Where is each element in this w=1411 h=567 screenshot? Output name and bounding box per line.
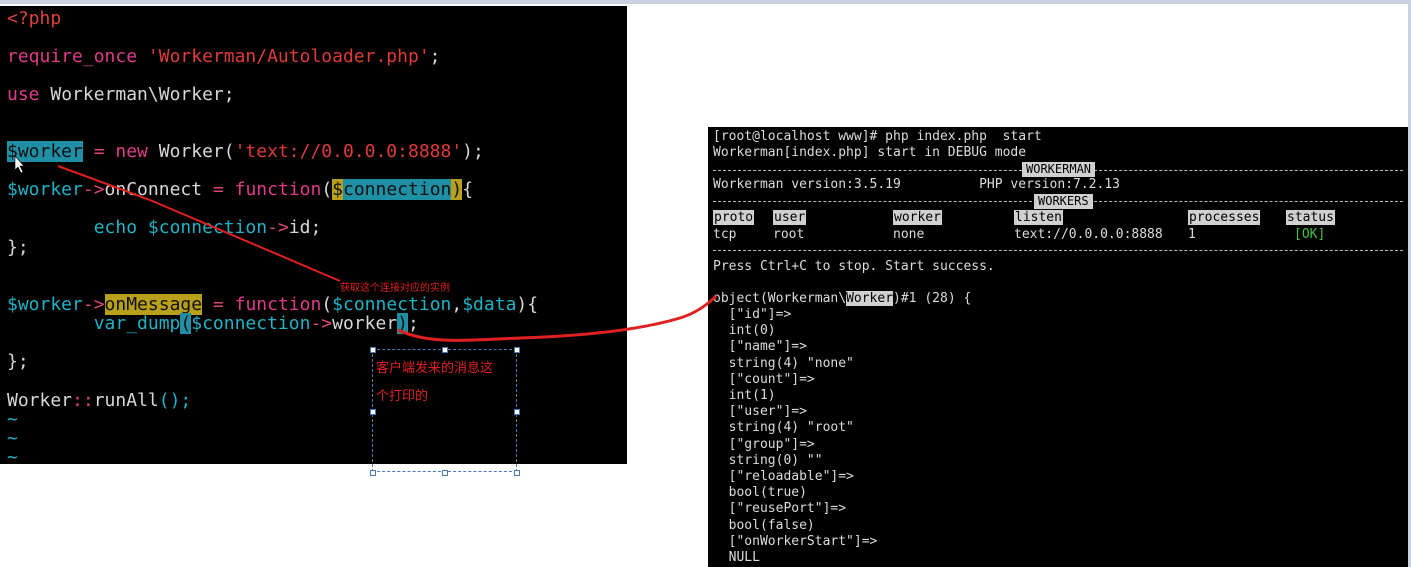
annotation-arrows (14, 155, 718, 342)
arrow-to-worker (57, 165, 341, 282)
mouse-cursor-icon (14, 155, 25, 174)
arrow-to-terminal (397, 294, 718, 342)
